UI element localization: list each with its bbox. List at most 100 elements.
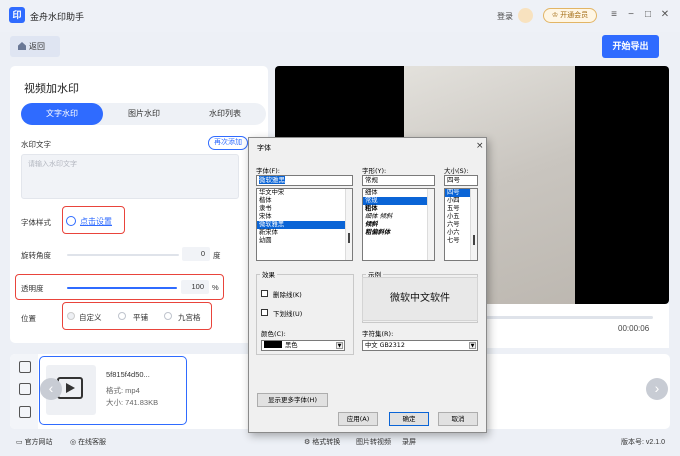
more-fonts-button[interactable]: 显示更多字体(H) [257,393,328,407]
size-input[interactable]: 四号 [444,175,478,186]
vip-button[interactable]: ♔ 开通会员 [543,8,597,23]
strikeout-label[interactable]: 删除线(K) [273,289,302,299]
next-file-button[interactable]: › [646,378,668,400]
font-item[interactable]: 幼圆 [257,237,352,245]
size-list[interactable]: 四号 小四 五号 小五 六号 小六 七号 [444,188,478,261]
style-list-scrollbar[interactable] [427,189,434,260]
charset-label: 字符集(R): [362,330,394,338]
opacity-unit: % [212,283,219,292]
back-label: 返回 [29,42,45,51]
menu-icon[interactable]: ≡ [608,9,620,21]
style-item[interactable]: 倾斜 [363,221,434,229]
font-name-input[interactable]: 微软雅黑 [256,175,353,186]
style-item-selected[interactable]: 常规 [363,197,434,205]
version-text: 版本号: v2.1.0 [621,439,665,446]
font-list[interactable]: 华文中宋 楷体 隶书 宋体 微软雅黑 新宋体 幼圆 [256,188,353,261]
close-icon[interactable]: ✕ [659,9,671,21]
website-label: 官方网站 [24,439,53,446]
website-link[interactable]: ▭ 官方网站 [16,437,53,447]
dialog-title: 字体 [257,144,271,152]
app-title: 金舟水印助手 [30,12,85,22]
file-size: 大小: 741.83KB [106,398,159,407]
rotation-input[interactable]: 0 [182,247,210,261]
position-option-custom[interactable]: 自定义 [79,312,102,323]
file-format: 格式: mp4 [106,386,140,395]
format-convert-link[interactable]: ⚙ 格式转换 [304,437,340,447]
add-folder-icon[interactable] [19,383,31,395]
font-item-selected[interactable]: 微软雅黑 [257,221,352,229]
support-label: 在线客服 [78,439,107,446]
color-select[interactable]: 黑色 ▼ [261,340,345,351]
login-link[interactable]: 登录 [497,11,513,22]
add-again-button[interactable]: 再次添加 [208,136,248,150]
style-label: 字形(Y): [362,167,387,175]
apply-button[interactable]: 应用(A) [338,412,378,426]
rotation-slider[interactable] [67,254,179,256]
font-dialog: 字体 × 字体(F): 微软雅黑 华文中宋 楷体 隶书 宋体 微软雅黑 新宋体 … [248,137,487,433]
opacity-slider[interactable] [67,287,177,289]
charset-value: 中文 GB2312 [365,342,405,349]
style-item[interactable]: 粗偏斜体 [363,229,434,237]
position-option-grid[interactable]: 九宫格 [178,312,201,323]
screen-record-link[interactable]: 录屏 [402,437,416,447]
prev-file-button[interactable]: ‹ [40,378,62,400]
scroll-thumb[interactable] [348,233,350,243]
minimize-icon[interactable]: − [625,9,637,21]
add-file-icon[interactable] [19,361,31,373]
font-item[interactable]: 宋体 [257,213,352,221]
avatar[interactable] [518,8,533,23]
settings-panel: 视频加水印 文字水印 图片水印 水印列表 水印文字 再次添加 请输入水印文字 字… [10,66,268,343]
cancel-button[interactable]: 取消 [438,412,478,426]
rotation-unit: 度 [213,251,221,260]
font-settings-link[interactable]: 点击设置 [80,216,112,227]
size-list-scrollbar[interactable] [470,189,477,260]
color-value: 黑色 [285,342,298,349]
font-item[interactable]: 新宋体 [257,229,352,237]
file-actions [10,354,38,429]
font-item[interactable]: 楷体 [257,197,352,205]
ok-button[interactable]: 确定 [389,412,429,426]
dialog-close-icon[interactable]: × [476,141,484,151]
playback-time: 00:00:06 [618,324,650,333]
maximize-icon[interactable]: □ [642,9,654,21]
delete-icon[interactable] [19,406,31,418]
font-item[interactable]: 华文中宋 [257,189,352,197]
back-button[interactable]: 返回 [10,36,60,57]
charset-select[interactable]: 中文 GB2312 ▼ [362,340,478,351]
underline-label[interactable]: 下划线(U) [273,308,302,318]
gear-icon[interactable] [66,216,76,226]
effects-label: 效果 [260,269,277,279]
color-label: 颜色(C): [261,330,286,338]
image-to-video-link[interactable]: 图片转视频 [356,437,391,447]
export-button[interactable]: 开始导出 [602,35,659,58]
sample-preview: 微软中文软件 [362,277,478,321]
font-list-scrollbar[interactable] [345,189,352,260]
position-radio-custom[interactable] [67,312,75,320]
style-list[interactable]: 细体 常规 粗体 细体 倾斜 倾斜 粗偏斜体 [362,188,435,261]
file-name: 5f815f4d50... [106,370,150,379]
underline-checkbox[interactable] [261,309,268,316]
tab-text-watermark[interactable]: 文字水印 [21,103,103,125]
font-label: 字体(F): [256,167,281,175]
style-input[interactable]: 常规 [362,175,435,186]
opacity-input[interactable]: 100 [181,280,209,294]
style-item[interactable]: 细体 [363,189,434,197]
strikeout-checkbox[interactable] [261,290,268,297]
playback-progress[interactable] [470,316,653,319]
vip-button-label: 开通会员 [560,12,589,19]
style-item[interactable]: 粗体 [363,205,434,213]
font-item[interactable]: 隶书 [257,205,352,213]
support-link[interactable]: ◎ 在线客服 [70,437,106,447]
tab-image-watermark[interactable]: 图片水印 [103,103,185,125]
tab-watermark-list[interactable]: 水印列表 [184,103,266,125]
font-style-label: 字体样式 [21,218,51,227]
watermark-text-input[interactable]: 请输入水印文字 [21,154,239,199]
position-option-tile[interactable]: 平铺 [133,312,148,323]
style-item[interactable]: 细体 倾斜 [363,213,434,221]
position-radio-grid[interactable] [164,312,172,320]
font-name-value: 微软雅黑 [259,176,285,184]
position-radio-tile[interactable] [118,312,126,320]
scroll-thumb[interactable] [473,235,475,245]
opacity-label: 透明度 [21,284,44,293]
opacity-slider-fill [67,287,177,289]
